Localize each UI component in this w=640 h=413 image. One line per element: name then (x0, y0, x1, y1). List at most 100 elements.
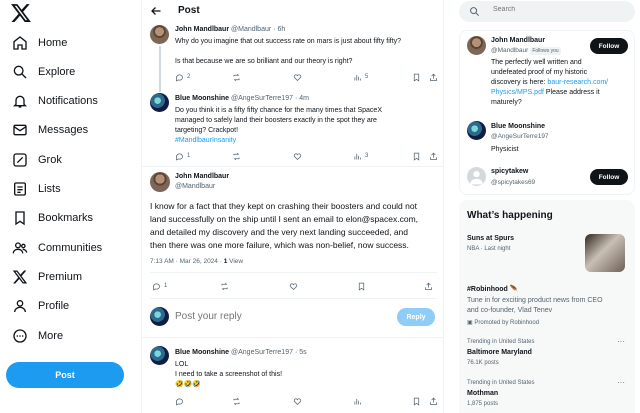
bookmark-action[interactable] (412, 396, 424, 406)
share-action[interactable] (424, 281, 436, 291)
avatar[interactable] (150, 346, 169, 365)
nav-item-communities[interactable]: Communities (12, 237, 102, 259)
right-sidebar: John Mandlbaur @MandlbaurFollows you Fol… (452, 0, 640, 413)
bio-line: maturely? (491, 99, 522, 106)
repost-icon (232, 397, 241, 406)
search-box[interactable] (459, 1, 635, 22)
tweet-line (175, 47, 401, 57)
avatar[interactable] (467, 121, 486, 140)
avatar[interactable] (467, 167, 486, 186)
nav-item-messages[interactable]: Messages (12, 119, 88, 141)
back-arrow-icon[interactable] (150, 5, 162, 17)
nav-item-premium[interactable]: Premium (12, 266, 82, 288)
like-action[interactable] (293, 396, 305, 406)
views-action[interactable] (353, 396, 365, 406)
bookmark-action[interactable] (357, 281, 369, 291)
like-action[interactable] (289, 281, 301, 291)
bookmark-icon (12, 210, 28, 226)
focused-tweet-actions: 1 (152, 281, 437, 291)
nav-item-notifications[interactable]: Notifications (12, 90, 98, 112)
account-handle: @AngeSurTerre197 (491, 133, 549, 140)
reply-button[interactable]: Reply (397, 308, 435, 326)
trend-title[interactable]: Suns at Spurs (467, 235, 514, 242)
trend-title[interactable]: Mothman (467, 390, 498, 397)
view-count: 5 (365, 74, 369, 80)
nav-item-lists[interactable]: Lists (12, 178, 61, 200)
avatar[interactable] (150, 93, 169, 112)
nav-item-explore[interactable]: Explore (12, 61, 75, 83)
more-options-icon[interactable]: ··· (617, 337, 625, 346)
repost-action[interactable] (232, 151, 244, 161)
nav-item-home[interactable]: Home (12, 32, 67, 54)
who-to-follow-card: John Mandlbaur @Mandlbaur Follows you Fol… (459, 30, 635, 195)
like-action[interactable] (293, 151, 305, 161)
account-name[interactable]: Blue Moonshine (491, 123, 545, 130)
bio-link[interactable]: baur-research.com/ (547, 79, 608, 86)
tweet-author[interactable]: Blue Moonshine @AngeSurTerre197 · 4m (175, 95, 309, 102)
nav-label: Notifications (38, 95, 98, 107)
tweet-author[interactable]: Blue Moonshine @AngeSurTerre197 · 5s (175, 349, 307, 356)
avatar[interactable] (467, 36, 486, 55)
trend-image[interactable] (585, 234, 625, 272)
trend-context: Trending in United States (467, 380, 535, 386)
nav-label: Profile (38, 300, 70, 312)
reply-action[interactable]: 1 (175, 151, 190, 161)
repost-action[interactable] (232, 72, 244, 82)
person-icon (12, 298, 28, 314)
trend-title[interactable]: #Robinhood 🪶 (467, 285, 519, 293)
views-action[interactable]: 3 (353, 151, 368, 161)
author-handle: @Mandlbaur (231, 26, 272, 33)
share-action[interactable] (429, 72, 441, 82)
bookmark-action[interactable] (412, 72, 424, 82)
nav-item-bookmarks[interactable]: Bookmarks (12, 207, 93, 229)
reply-input[interactable] (175, 311, 325, 322)
tweet-author[interactable]: John Mandlbaur @Mandlbaur · 6h (175, 26, 285, 33)
heart-icon (293, 152, 302, 161)
reply-action[interactable] (175, 396, 187, 406)
like-action[interactable] (293, 72, 305, 82)
tweet-actions: 1 3 (175, 151, 443, 161)
repost-icon (232, 73, 241, 82)
author-handle: @AngeSurTerre197 (231, 349, 293, 356)
tweet-line: I know for a fact that they kept on cras… (150, 201, 417, 211)
share-action[interactable] (429, 151, 441, 161)
people-icon (12, 240, 28, 256)
author-handle[interactable]: @Mandlbaur (175, 183, 215, 190)
repost-action[interactable] (232, 396, 244, 406)
x-logo-icon[interactable] (10, 2, 32, 24)
bio-link[interactable]: Physics/MPS.pdf (491, 89, 544, 96)
tweet-line: Is that because we are so brilliant and … (175, 58, 353, 65)
nav-label: Explore (38, 66, 76, 78)
follow-button[interactable]: Follow (590, 169, 628, 185)
views-action[interactable]: 5 (353, 72, 368, 82)
avatar[interactable] (150, 25, 169, 44)
bookmark-icon (412, 152, 421, 161)
author-name[interactable]: John Mandlbaur (175, 173, 229, 180)
bio-line: Please address it (543, 89, 600, 96)
reply-count: 1 (164, 283, 168, 289)
repost-action[interactable] (220, 281, 232, 291)
bio-line: discovery is here: (491, 79, 548, 86)
tweet-line: and detailed my discovery and the very n… (150, 227, 408, 237)
share-action[interactable] (429, 396, 441, 406)
trend-title[interactable]: Baltimore Maryland (467, 349, 532, 356)
grok-icon (12, 152, 28, 168)
nav-item-grok[interactable]: Grok (12, 149, 62, 171)
post-button[interactable]: Post (6, 362, 124, 388)
hashtag-link[interactable]: #MandlbaurInsanity (175, 136, 382, 146)
reply-action[interactable]: 1 (152, 281, 167, 291)
author-name: Blue Moonshine (175, 349, 230, 356)
account-bio: Physicist (491, 146, 519, 153)
bookmark-action[interactable] (412, 151, 424, 161)
search-input[interactable] (493, 6, 623, 13)
avatar[interactable] (150, 172, 170, 192)
tweet-date: 7:13 AM · Mar 26, 2024 · (150, 258, 224, 265)
nav-item-more[interactable]: More (12, 325, 63, 347)
account-name[interactable]: spicytakew (491, 168, 528, 175)
more-options-icon[interactable]: ··· (617, 378, 625, 387)
list-icon (12, 181, 28, 197)
nav-item-profile[interactable]: Profile (12, 295, 69, 317)
account-name[interactable]: John Mandlbaur (491, 37, 545, 44)
reply-action[interactable]: 2 (175, 72, 190, 82)
follow-button[interactable]: Follow (590, 38, 628, 54)
